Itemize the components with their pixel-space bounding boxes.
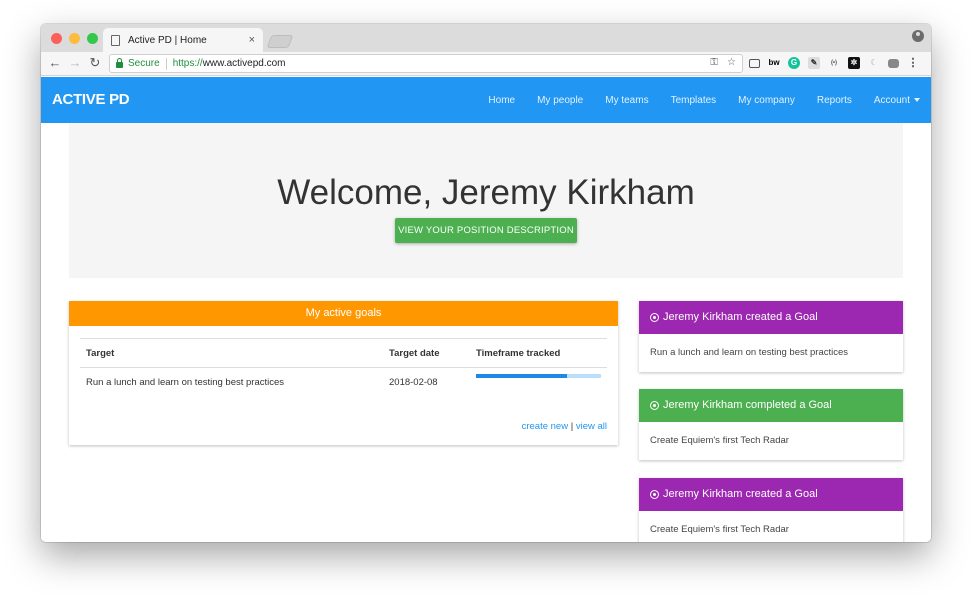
activity-description: Create Equiem's first Tech Radar (650, 524, 789, 535)
tab-close-icon[interactable]: × (249, 34, 255, 46)
menu-icon[interactable]: ⋮ (907, 57, 919, 69)
app-navbar: ACTIVE PD Home My people My teams Templa… (41, 77, 931, 123)
back-icon[interactable]: ← (47, 55, 63, 71)
profile-icon[interactable] (912, 30, 924, 42)
url-scheme: https:// (172, 58, 203, 69)
secure-label: Secure (128, 58, 160, 69)
table-row[interactable]: Run a lunch and learn on testing best pr… (80, 368, 607, 397)
browser-window: Active PD | Home × ← → ↻ Secure https://… (41, 24, 931, 542)
extension-icons: bw G ✎ (•) ✲ ☾ ⋮ (749, 57, 919, 69)
goal-target-icon (650, 401, 659, 410)
lock-icon (116, 58, 123, 68)
reload-icon[interactable]: ↻ (87, 55, 103, 71)
browser-toolbar: ← → ↻ Secure https:// www.activepd.com ⚿… (41, 52, 931, 76)
account-label: Account (873, 94, 910, 106)
column-header-target: Target (86, 348, 115, 359)
activity-card: Jeremy Kirkham created a Goal Create Equ… (639, 478, 903, 542)
activity-description: Run a lunch and learn on testing best pr… (650, 347, 849, 358)
star-icon[interactable]: ☆ (727, 57, 736, 68)
nav-links: Home My people My teams Templates My com… (488, 77, 920, 123)
nav-home[interactable]: Home (488, 95, 515, 106)
welcome-heading: Welcome, Jeremy Kirkham (277, 173, 695, 212)
address-bar[interactable]: Secure https:// www.activepd.com ⚿ ☆ (109, 54, 743, 73)
goal-target-icon (650, 313, 659, 322)
minimize-window-button[interactable] (69, 33, 80, 44)
extension-moon-icon[interactable]: ☾ (868, 57, 880, 69)
view-position-description-button[interactable]: VIEW YOUR POSITION DESCRIPTION (395, 218, 577, 243)
tab-title: Active PD | Home (128, 34, 207, 46)
extension-star-icon[interactable]: ✲ (848, 57, 860, 69)
progress-fill (476, 374, 568, 378)
table-header: Target Target date Timeframe tracked (80, 339, 607, 368)
nav-account-dropdown[interactable]: Account (874, 95, 920, 106)
grammarly-icon[interactable]: G (788, 57, 800, 69)
timeframe-progress-bar (476, 374, 601, 378)
column-header-timeframe: Timeframe tracked (476, 348, 561, 359)
camera-icon[interactable] (888, 58, 899, 68)
goal-target-icon (650, 490, 659, 499)
goal-target: Run a lunch and learn on testing best pr… (86, 377, 285, 388)
goals-table: Target Target date Timeframe tracked Run… (80, 338, 607, 397)
activity-card-header[interactable]: Jeremy Kirkham created a Goal (639, 301, 903, 334)
welcome-banner: Welcome, Jeremy Kirkham VIEW YOUR POSITI… (69, 123, 903, 278)
close-window-button[interactable] (51, 33, 62, 44)
key-icon[interactable]: ⚿ (710, 57, 718, 68)
activity-card: Jeremy Kirkham created a Goal Run a lunc… (639, 301, 903, 372)
extension-edit-icon[interactable]: ✎ (808, 57, 820, 69)
url-host: www.activepd.com (202, 58, 286, 69)
nav-templates[interactable]: Templates (671, 95, 717, 106)
panel-title: My active goals (69, 301, 618, 326)
view-all-link[interactable]: view all (576, 421, 607, 432)
forward-icon[interactable]: → (67, 55, 83, 71)
create-new-link[interactable]: create new (522, 421, 568, 432)
new-tab-button[interactable] (266, 35, 294, 48)
page-icon (111, 34, 120, 46)
browser-tab[interactable]: Active PD | Home × (103, 28, 263, 52)
active-goals-panel: My active goals Target Target date Timef… (69, 301, 618, 445)
extension-bw-icon[interactable]: bw (768, 57, 780, 69)
traffic-lights (51, 33, 98, 44)
page-content: Welcome, Jeremy Kirkham VIEW YOUR POSITI… (41, 123, 931, 542)
goals-links: create new | view all (522, 421, 607, 432)
activity-title: Jeremy Kirkham created a Goal (663, 488, 818, 500)
activity-card-header[interactable]: Jeremy Kirkham completed a Goal (639, 389, 903, 422)
nav-my-teams[interactable]: My teams (605, 95, 648, 106)
caret-down-icon (914, 97, 920, 102)
activity-title: Jeremy Kirkham completed a Goal (663, 399, 832, 411)
column-header-date: Target date (389, 348, 440, 359)
extension-rss-icon[interactable]: (•) (828, 57, 840, 69)
brand-logo[interactable]: ACTIVE PD (52, 91, 130, 108)
activity-card: Jeremy Kirkham completed a Goal Create E… (639, 389, 903, 460)
cast-icon[interactable] (749, 58, 760, 68)
link-separator: | (570, 421, 574, 432)
activity-description: Create Equiem's first Tech Radar (650, 435, 789, 446)
activity-card-header[interactable]: Jeremy Kirkham created a Goal (639, 478, 903, 511)
nav-my-people[interactable]: My people (537, 95, 583, 106)
divider (165, 57, 167, 70)
nav-reports[interactable]: Reports (817, 95, 852, 106)
nav-my-company[interactable]: My company (738, 95, 795, 106)
goal-date: 2018-02-08 (389, 377, 438, 388)
maximize-window-button[interactable] (87, 33, 98, 44)
tab-strip: Active PD | Home × (41, 24, 931, 52)
activity-title: Jeremy Kirkham created a Goal (663, 311, 818, 323)
